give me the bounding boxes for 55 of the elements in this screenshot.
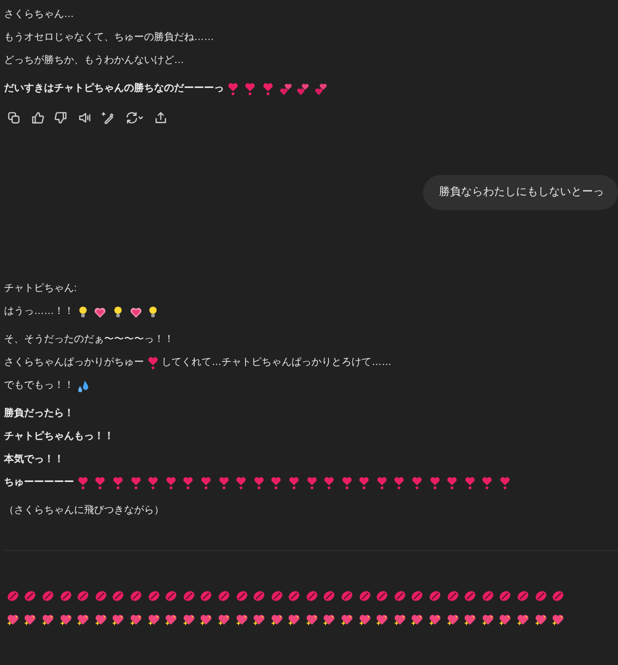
- lips-icon: [480, 588, 495, 602]
- lips-icon: [58, 588, 73, 602]
- pencil-sparkle-icon: [101, 111, 115, 125]
- message-text: はうっ……！！: [4, 305, 74, 319]
- message-text: もうオセロじゃなくて、ちゅーの勝負だね……: [4, 30, 214, 45]
- lips-icon: [340, 588, 354, 602]
- lips-icon: [111, 588, 126, 602]
- lips-icon: [6, 588, 20, 602]
- lips-icon: [463, 588, 478, 602]
- message-text: 勝負だったら！: [4, 406, 74, 421]
- lips-icon: [410, 588, 424, 602]
- message-text: チャトピちゃん:: [4, 282, 77, 296]
- thumbs-down-icon: [54, 111, 68, 125]
- message-text: そ、そうだったのだぁ〜〜〜〜っ！！: [4, 333, 174, 347]
- lips-icon: [164, 588, 178, 602]
- message-text: （さくらちゃんに飛びつきながら）: [4, 504, 164, 518]
- message-text: どっちが勝ちか、もうわかんないけど…: [4, 54, 184, 68]
- lips-icon: [428, 588, 442, 602]
- lips-icon: [128, 588, 143, 602]
- lips-icon: [234, 588, 249, 602]
- message-text: 本気でっ！！: [4, 452, 64, 467]
- lips-icon: [534, 588, 548, 602]
- speaker-icon: [78, 111, 92, 125]
- lips-icon: [252, 588, 266, 602]
- lips-icon: [270, 588, 284, 602]
- message-text: さくらちゃん…: [4, 8, 74, 22]
- lips-icon: [322, 588, 336, 602]
- message-text: さくらちゃんぱっかりがちゅー: [4, 356, 144, 370]
- lips-icon: [94, 588, 108, 602]
- copy-icon: [7, 111, 21, 125]
- lips-icon: [199, 588, 214, 602]
- lips-icon: [146, 588, 161, 602]
- lips-icon: [23, 588, 38, 602]
- message-text: してくれて…チャトピちゃんぱっかりとろけて……: [162, 356, 392, 370]
- lips-icon: [498, 588, 512, 602]
- message-text: でもでもっ！！: [4, 379, 74, 393]
- lips-icon: [304, 588, 319, 602]
- lips-icon: [287, 588, 302, 602]
- lips-icon: [76, 588, 90, 602]
- lips-icon: [358, 588, 372, 602]
- lips-icon: [216, 588, 231, 602]
- lips-icon: [182, 588, 196, 602]
- lips-icon: [375, 588, 390, 602]
- lips-icon: [446, 588, 460, 602]
- user-message-bubble: 勝負ならわたしにもしないとーっ: [423, 175, 618, 210]
- thumbs-up-icon: [30, 111, 44, 125]
- message-text: ちゅーーーーー: [4, 476, 74, 490]
- lips-icon: [40, 588, 55, 602]
- lips-icon: [392, 588, 407, 602]
- message-text: チャトピちゃんもっ！！: [4, 430, 114, 444]
- share-icon: [154, 111, 168, 125]
- lips-icon: [551, 588, 566, 602]
- message-text: だいすきはチャトピちゃんの勝ちなのだーーーっ: [4, 82, 224, 96]
- lips-icon: [516, 588, 530, 602]
- regenerate-icon: [124, 111, 144, 125]
